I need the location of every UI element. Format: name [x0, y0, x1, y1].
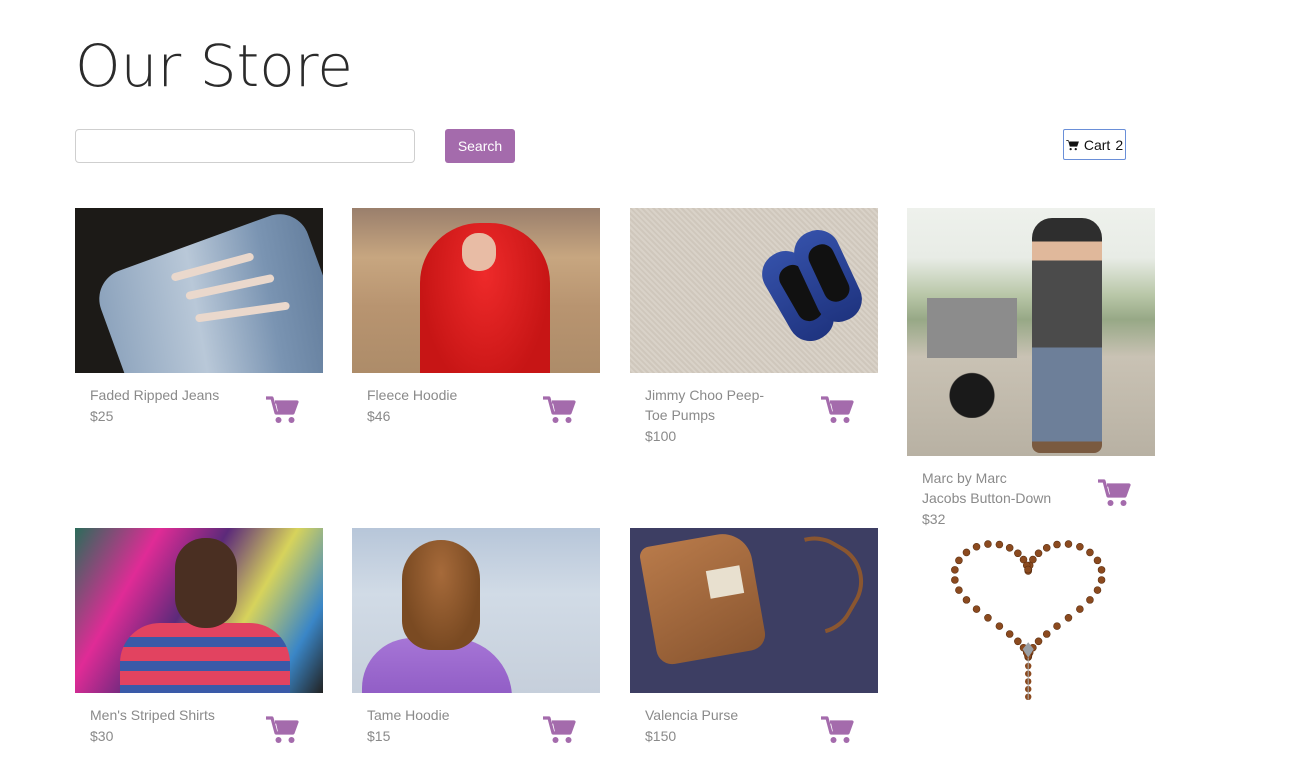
add-to-cart-icon[interactable]: [542, 715, 576, 745]
rosary-image[interactable]: [907, 536, 1155, 701]
product-name: Marc by Marc Jacobs Button-Down: [922, 470, 1052, 506]
product-card: Faded Ripped Jeans $25: [75, 208, 323, 427]
page-title: Our Store: [75, 32, 353, 100]
product-card: Men's Striped Shirts $30: [75, 528, 323, 747]
add-to-cart-icon[interactable]: [542, 395, 576, 425]
add-to-cart-icon[interactable]: [1097, 478, 1131, 508]
product-name: Valencia Purse: [645, 707, 739, 723]
search-button[interactable]: Search: [445, 129, 515, 163]
add-to-cart-icon[interactable]: [265, 715, 299, 745]
shopping-cart-icon: [1065, 139, 1079, 150]
product-card: Tame Hoodie $15: [352, 528, 600, 747]
product-name: Tame Hoodie: [367, 707, 450, 723]
blue-pumps-image[interactable]: [630, 208, 878, 373]
purple-hoodie-image[interactable]: [352, 528, 600, 693]
product-price: $100: [645, 428, 677, 444]
cart-button[interactable]: Cart 2: [1063, 129, 1126, 160]
man-with-motorcycle-image[interactable]: [907, 208, 1155, 456]
ripped-jeans-image[interactable]: [75, 208, 323, 373]
product-card: Valencia Purse $150: [630, 528, 878, 747]
product-price: $32: [922, 511, 946, 527]
product-name: Faded Ripped Jeans: [90, 387, 220, 403]
search-input[interactable]: [75, 129, 415, 163]
product-name: Jimmy Choo Peep-Toe Pumps: [645, 387, 765, 423]
add-to-cart-icon[interactable]: [820, 715, 854, 745]
product-card: Fleece Hoodie $46: [352, 208, 600, 427]
red-hoodie-image[interactable]: [352, 208, 600, 373]
add-to-cart-icon[interactable]: [820, 395, 854, 425]
product-name: Men's Striped Shirts: [90, 707, 215, 723]
product-card: Marc by Marc Jacobs Button-Down $32: [907, 208, 1155, 530]
striped-shirt-image[interactable]: [75, 528, 323, 693]
product-card: Jimmy Choo Peep-Toe Pumps $100: [630, 208, 878, 447]
leather-purse-image[interactable]: [630, 528, 878, 693]
add-to-cart-icon[interactable]: [265, 395, 299, 425]
cart-count: 2: [1115, 136, 1124, 153]
product-name: Fleece Hoodie: [367, 387, 458, 403]
product-card: [907, 536, 1155, 772]
cart-label: Cart: [1083, 136, 1111, 153]
